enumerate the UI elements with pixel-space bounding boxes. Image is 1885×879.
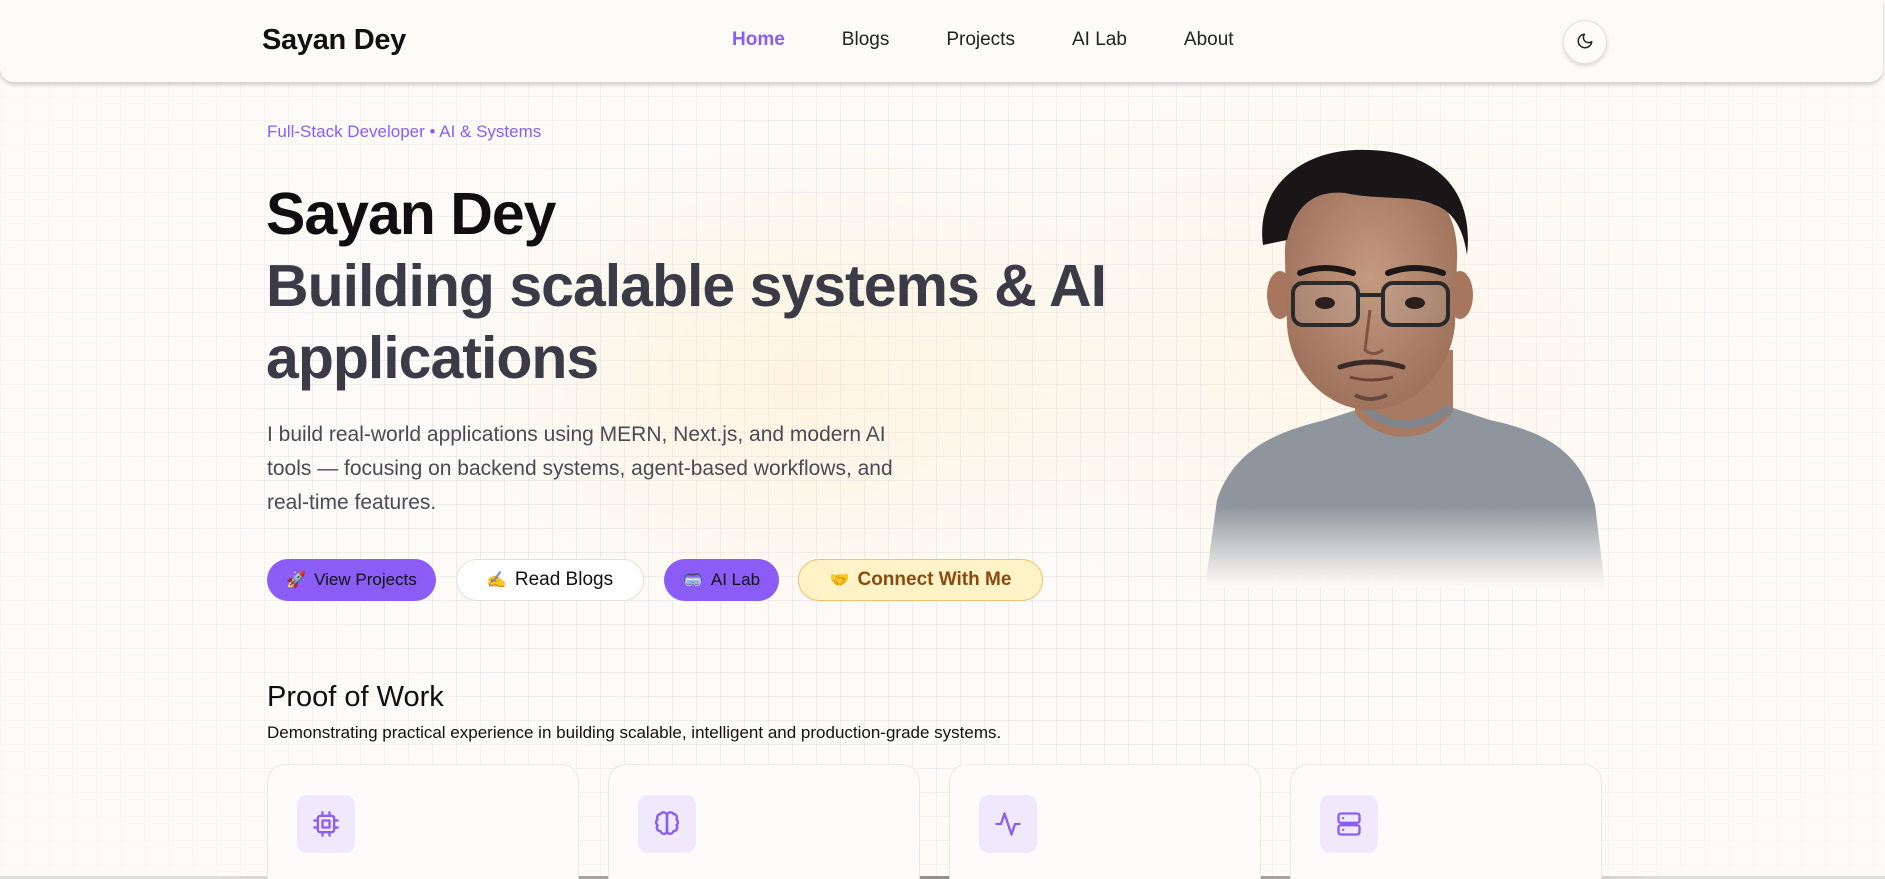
cpu-icon <box>297 795 355 853</box>
nav-link-projects[interactable]: Projects <box>946 29 1015 51</box>
view-projects-button[interactable]: 🚀 View Projects <box>267 559 436 601</box>
server-icon <box>1320 795 1378 853</box>
proof-of-work-title: Proof of Work <box>267 681 444 713</box>
hero-eyebrow: Full-Stack Developer • AI & Systems <box>267 122 542 141</box>
proof-card-4[interactable] <box>1290 764 1602 879</box>
ai-lab-button[interactable]: 🥽 AI Lab <box>664 559 779 601</box>
connect-button[interactable]: 🤝 Connect With Me <box>798 559 1043 601</box>
proof-card-1[interactable] <box>267 764 579 879</box>
read-blogs-button[interactable]: ✍️ Read Blogs <box>456 559 644 601</box>
brand-logo[interactable]: Sayan Dey <box>262 24 406 57</box>
writing-hand-icon: ✍️ <box>486 572 507 589</box>
rocket-icon: 🚀 <box>286 572 307 589</box>
handshake-icon: 🤝 <box>829 572 850 589</box>
profile-portrait <box>1205 145 1605 587</box>
nav-link-blogs[interactable]: Blogs <box>842 29 890 51</box>
page: Sayan Dey Home Blogs Projects AI Lab Abo… <box>0 0 1885 879</box>
nav-links: Home Blogs Projects AI Lab About <box>732 29 1291 51</box>
proof-of-work-description: Demonstrating practical experience in bu… <box>267 723 1002 742</box>
navbar: Sayan Dey Home Blogs Projects AI Lab Abo… <box>0 0 1883 83</box>
ai-lab-label: AI Lab <box>710 570 761 589</box>
connect-label: Connect With Me <box>857 569 1012 590</box>
nav-link-about[interactable]: About <box>1184 29 1234 51</box>
proof-card-2[interactable] <box>608 764 920 879</box>
hero-title: Sayan Dey <box>266 181 556 247</box>
proof-card-3[interactable] <box>949 764 1261 879</box>
theme-toggle-button[interactable] <box>1563 20 1607 64</box>
view-projects-label: View Projects <box>314 570 417 589</box>
brain-icon <box>638 795 696 853</box>
nav-link-ai-lab[interactable]: AI Lab <box>1072 29 1127 51</box>
nav-link-home[interactable]: Home <box>732 29 785 51</box>
hero-subtitle: Building scalable systems & AI applicati… <box>266 253 1107 391</box>
read-blogs-label: Read Blogs <box>514 569 614 590</box>
goggles-icon: 🥽 <box>682 572 703 589</box>
hero-description: I build real-world applications using ME… <box>267 423 893 514</box>
activity-icon <box>979 795 1037 853</box>
moon-icon <box>1576 32 1594 53</box>
